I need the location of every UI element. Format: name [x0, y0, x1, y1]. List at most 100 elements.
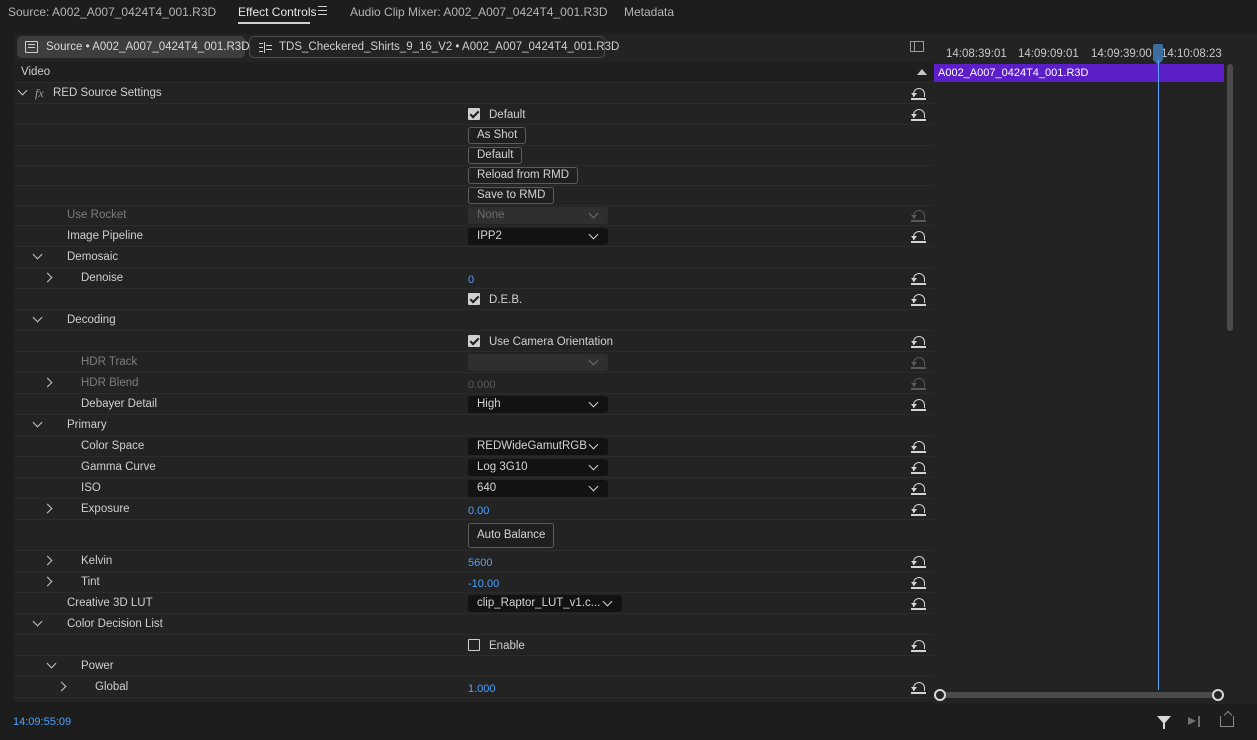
chevron-down-icon	[588, 229, 599, 240]
chevron-down-icon[interactable]	[34, 619, 42, 627]
param-row-cdl-enable: Enable	[14, 635, 934, 656]
reset-parameter-icon[interactable]	[910, 681, 926, 694]
default-button[interactable]: Default	[468, 147, 523, 164]
zoom-end-handle[interactable]	[1212, 689, 1224, 701]
current-time-display[interactable]: 14:09:55:09	[13, 716, 71, 728]
save-to-rmd-button[interactable]: Save to RMD	[468, 187, 555, 204]
chevron-right-icon[interactable]	[45, 556, 53, 564]
effect-row-red-source-settings[interactable]: fx RED Source Settings	[14, 83, 934, 104]
tint-value[interactable]: -10.00	[468, 578, 499, 590]
zoom-start-handle[interactable]	[934, 689, 946, 701]
tab-audio-clip-mixer[interactable]: Audio Clip Mixer: A002_A007_0424T4_001.R…	[350, 5, 608, 21]
reset-parameter-icon[interactable]	[910, 230, 926, 243]
reset-parameter-icon[interactable]	[910, 108, 926, 121]
sequence-icon	[259, 42, 272, 53]
kelvin-value[interactable]: 5600	[468, 557, 492, 569]
effect-timeline-view[interactable]: 14:08:39:01 14:09:09:01 14:09:39:00 14:1…	[934, 34, 1257, 704]
cdl-enable-checkbox[interactable]	[468, 639, 480, 651]
camera-orientation-checkbox[interactable]	[468, 335, 480, 347]
tab-source[interactable]: Source: A002_A007_0424T4_001.R3D	[8, 5, 216, 21]
group-row-demosaic[interactable]: Demosaic	[14, 247, 934, 268]
chevron-down-icon[interactable]	[34, 420, 42, 428]
tab-metadata[interactable]: Metadata	[624, 5, 674, 21]
deb-checkbox-label: D.E.B.	[489, 294, 523, 306]
reset-parameter-icon[interactable]	[910, 293, 926, 306]
debayer-detail-label: Debayer Detail	[81, 398, 158, 410]
hdr-track-label: HDR Track	[81, 356, 138, 368]
reset-parameter-icon[interactable]	[910, 482, 926, 495]
vertical-scrollbar[interactable]	[1227, 64, 1233, 331]
sequence-clip-tab[interactable]: TDS_Checkered_Shirts_9_16_V2 • A002_A007…	[249, 36, 619, 58]
iso-value: 640	[477, 482, 497, 494]
reset-parameter-icon[interactable]	[910, 503, 926, 516]
denoise-value[interactable]: 0	[468, 274, 474, 286]
playhead-handle[interactable]	[1153, 44, 1163, 65]
reset-parameter-icon[interactable]	[910, 272, 926, 285]
chevron-down-icon[interactable]	[48, 661, 56, 669]
chevron-down-icon[interactable]	[34, 252, 42, 260]
group-row-primary[interactable]: Primary	[14, 415, 934, 436]
reset-parameter-icon[interactable]	[910, 555, 926, 568]
sequence-clip-label: TDS_Checkered_Shirts_9_16_V2 • A002_A007…	[279, 41, 620, 53]
play-audio-icon[interactable]	[1188, 716, 1202, 727]
camera-orientation-label: Use Camera Orientation	[489, 336, 613, 348]
reset-parameter-icon	[910, 377, 926, 390]
debayer-detail-dropdown[interactable]: High	[468, 396, 608, 413]
collapse-triangle-icon[interactable]	[917, 69, 927, 75]
zoom-scrollbar[interactable]	[940, 692, 1218, 698]
chevron-right-icon[interactable]	[59, 682, 67, 690]
reset-parameter-icon[interactable]	[910, 639, 926, 652]
export-icon[interactable]	[1220, 716, 1234, 727]
as-shot-button[interactable]: As Shot	[468, 127, 527, 144]
hdr-blend-label: HDR Blend	[81, 377, 139, 389]
playhead-line[interactable]	[1158, 60, 1159, 690]
chevron-down-icon[interactable]	[19, 88, 27, 96]
chevron-down-icon	[588, 439, 599, 450]
reset-parameter-icon[interactable]	[910, 461, 926, 474]
group-row-cdl[interactable]: Color Decision List	[14, 614, 934, 635]
exposure-value[interactable]: 0.00	[468, 505, 489, 517]
timeline-clip[interactable]: A002_A007_0424T4_001.R3D	[934, 64, 1224, 82]
reset-parameter-icon[interactable]	[910, 597, 926, 610]
image-pipeline-dropdown[interactable]: IPP2	[468, 228, 608, 245]
chevron-right-icon[interactable]	[45, 504, 53, 512]
chevron-right-icon[interactable]	[45, 378, 53, 386]
param-row-kelvin: Kelvin 5600	[14, 551, 934, 572]
global-value[interactable]: 1.000	[468, 683, 496, 695]
chevron-down-icon[interactable]	[34, 315, 42, 323]
reset-effect-icon[interactable]	[910, 87, 926, 100]
param-row-gamma-curve: Gamma Curve Log 3G10	[14, 457, 934, 478]
creative-lut-dropdown[interactable]: clip_Raptor_LUT_v1.c...	[468, 595, 622, 612]
color-space-dropdown[interactable]: REDWideGamutRGB	[468, 438, 608, 455]
reset-parameter-icon[interactable]	[910, 398, 926, 411]
reset-parameter-icon	[910, 356, 926, 369]
iso-dropdown[interactable]: 640	[468, 480, 608, 497]
reload-from-rmd-button[interactable]: Reload from RMD	[468, 167, 579, 184]
gamma-curve-dropdown[interactable]: Log 3G10	[468, 459, 608, 476]
chevron-down-icon	[588, 481, 599, 492]
reset-parameter-icon[interactable]	[910, 440, 926, 453]
filter-icon[interactable]	[1157, 716, 1171, 729]
param-row-default-button: Default	[14, 145, 934, 166]
chevron-right-icon[interactable]	[45, 577, 53, 585]
tab-effect-controls[interactable]: Effect Controls	[238, 5, 316, 21]
deb-checkbox[interactable]	[468, 293, 480, 305]
color-space-label: Color Space	[81, 440, 145, 452]
default-checkbox[interactable]	[468, 108, 480, 120]
chevron-right-icon[interactable]	[45, 273, 53, 281]
panel-menu-icon[interactable]	[318, 6, 327, 15]
auto-balance-button[interactable]: Auto Balance	[468, 523, 555, 548]
group-row-power[interactable]: Power	[14, 656, 934, 677]
group-row-decoding[interactable]: Decoding	[14, 310, 934, 331]
timecode-ruler-label: 14:08:39:01	[946, 48, 1007, 60]
effect-name: RED Source Settings	[53, 87, 162, 99]
reset-parameter-icon[interactable]	[910, 335, 926, 348]
video-section-label: Video	[21, 66, 51, 78]
decoding-label: Decoding	[67, 314, 116, 326]
master-clip-icon	[25, 41, 38, 53]
master-clip-tab[interactable]: Source • A002_A007_0424T4_001.R3D	[17, 36, 250, 58]
toggle-timeline-view-icon[interactable]	[910, 41, 924, 52]
fx-icon[interactable]: fx	[35, 86, 44, 101]
default-checkbox-label: Default	[489, 109, 526, 121]
reset-parameter-icon[interactable]	[910, 576, 926, 589]
